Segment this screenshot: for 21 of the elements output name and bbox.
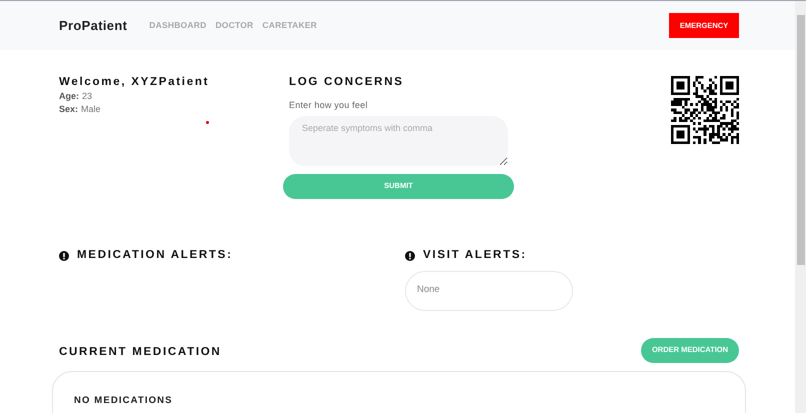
brand-logo[interactable]: ProPatient [59, 16, 128, 36]
section-heading: MEDICATION ALERTS: [77, 248, 233, 263]
visit-alert-box: None [405, 270, 573, 310]
nav-link[interactable]: DASHBOARD [149, 19, 206, 32]
field-label: Age: [59, 91, 79, 101]
section-heading: LOG CONCERNS [289, 75, 405, 89]
field-label: Enter how you feel [289, 99, 369, 112]
symptoms-field[interactable]: Seperate symptoms with comma [289, 116, 508, 166]
exclamation-icon [59, 250, 69, 260]
empty-message: NO MEDICATIONS [74, 394, 173, 406]
field-value: 23 [82, 91, 92, 101]
scrollbar[interactable] [795, 1, 806, 413]
nav-link[interactable]: DOCTOR [215, 19, 254, 32]
qr-code [671, 76, 739, 144]
exclamation-icon [405, 250, 415, 260]
field-label: Sex: [59, 104, 78, 114]
section-heading: VISIT ALERTS: [423, 248, 527, 263]
field-value: Male [81, 104, 101, 114]
section-heading: CURRENT MEDICATION [59, 344, 222, 360]
nav-link[interactable]: CARETAKER [262, 19, 318, 32]
welcome-heading: Welcome, XYZPatient [59, 75, 210, 89]
